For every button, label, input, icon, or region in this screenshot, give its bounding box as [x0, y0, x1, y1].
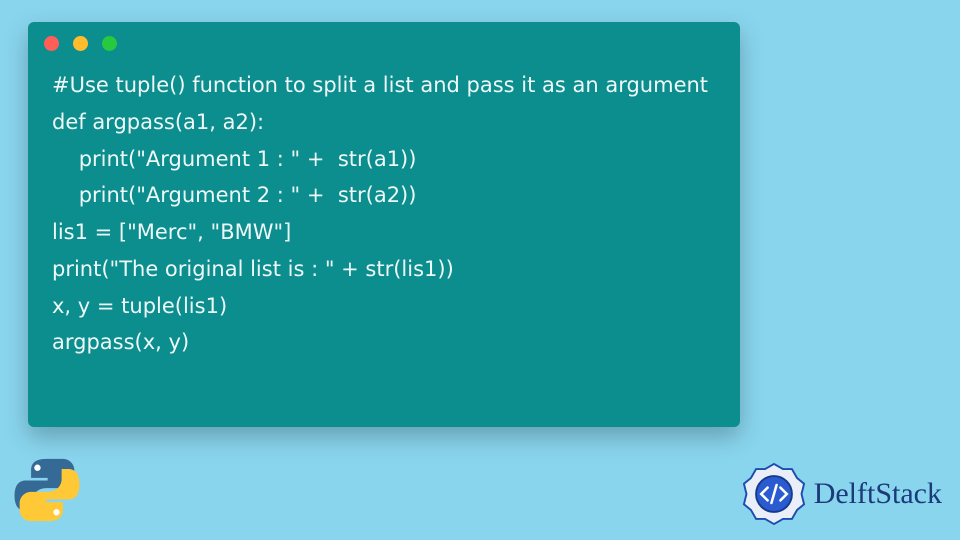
maximize-icon: [102, 36, 117, 51]
minimize-icon: [73, 36, 88, 51]
code-line: #Use tuple() function to split a list an…: [52, 73, 708, 97]
code-block: #Use tuple() function to split a list an…: [28, 57, 740, 379]
code-line: argpass(x, y): [52, 330, 189, 354]
code-line: print("Argument 2 : " + str(a2)): [52, 183, 416, 207]
code-window: #Use tuple() function to split a list an…: [28, 22, 740, 427]
brand-logo-icon: [742, 462, 806, 526]
code-line: x, y = tuple(lis1): [52, 294, 227, 318]
code-line: lis1 = ["Merc", "BMW"]: [52, 220, 291, 244]
code-line: def argpass(a1, a2):: [52, 110, 264, 134]
brand-name: DelftStack: [814, 477, 942, 511]
window-traffic-lights: [28, 22, 740, 57]
close-icon: [44, 36, 59, 51]
code-line: print("Argument 1 : " + str(a1)): [52, 147, 416, 171]
brand: DelftStack: [742, 462, 942, 526]
code-line: print("The original list is : " + str(li…: [52, 257, 454, 281]
python-logo-icon: [12, 455, 82, 530]
